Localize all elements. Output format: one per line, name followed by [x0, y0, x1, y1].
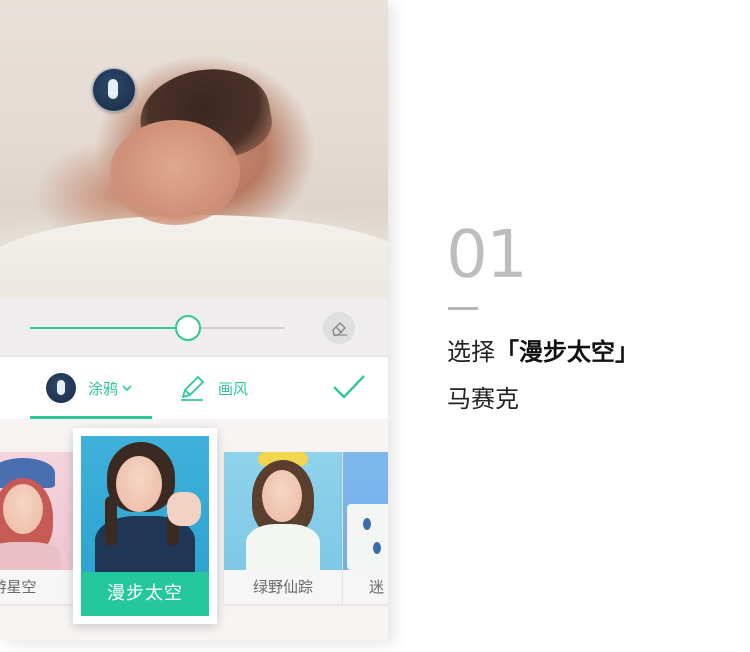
step-title-highlight: 「漫步太空」 — [495, 338, 639, 366]
baby-face — [110, 120, 240, 225]
filter-card[interactable]: 迷 — [343, 452, 388, 604]
brush-thumbnail-icon — [46, 373, 76, 403]
brush-tool-label: 涂鸦 — [88, 379, 119, 398]
eraser-icon — [332, 322, 347, 336]
phone-screen: 涂鸦 画风 星空 漫步太空 绿野仙踪 迷 — [0, 0, 388, 640]
style-tool-label: 画风 — [218, 379, 249, 398]
slider-fill — [30, 327, 189, 329]
baby-photo-canvas[interactable] — [0, 0, 388, 325]
edit-toolbar: 涂鸦 画风 — [0, 357, 388, 419]
mosaic-brush-preview-icon[interactable] — [92, 68, 136, 112]
chevron-down-icon — [122, 384, 132, 391]
confirm-button[interactable] — [332, 374, 366, 404]
step-subtitle: 马赛克 — [447, 385, 519, 413]
brush-tool-button[interactable]: 涂鸦 — [46, 372, 132, 404]
filter-label: 游星空 — [0, 570, 73, 604]
filter-thumbnail — [0, 452, 73, 570]
filter-thumbnail — [81, 436, 209, 572]
filter-card-selected[interactable]: 漫步太空 — [73, 428, 217, 624]
filter-thumbnail — [224, 452, 342, 570]
filter-card[interactable]: 游星空 — [0, 452, 73, 604]
filter-label: 绿野仙踪 — [224, 570, 342, 604]
style-tool-button[interactable]: 画风 — [178, 372, 248, 404]
step-divider — [448, 307, 478, 310]
filter-thumbnail — [343, 452, 388, 570]
filter-strip: 游星空 漫步太空 绿野仙踪 — [0, 419, 388, 640]
step-title: 选择「漫步太空」 — [447, 332, 639, 367]
pencil-icon — [181, 376, 204, 401]
eraser-button[interactable] — [323, 312, 355, 344]
filter-label: 漫步太空 — [81, 572, 209, 616]
slider-thumb[interactable] — [175, 315, 202, 341]
brush-size-slider[interactable] — [30, 315, 285, 341]
step-number: 01 — [446, 216, 528, 293]
checkmark-icon — [333, 375, 365, 399]
step-title-prefix: 选择 — [447, 338, 495, 366]
filter-card[interactable]: 绿野仙踪 — [224, 452, 342, 604]
filter-label: 迷 — [343, 570, 388, 604]
